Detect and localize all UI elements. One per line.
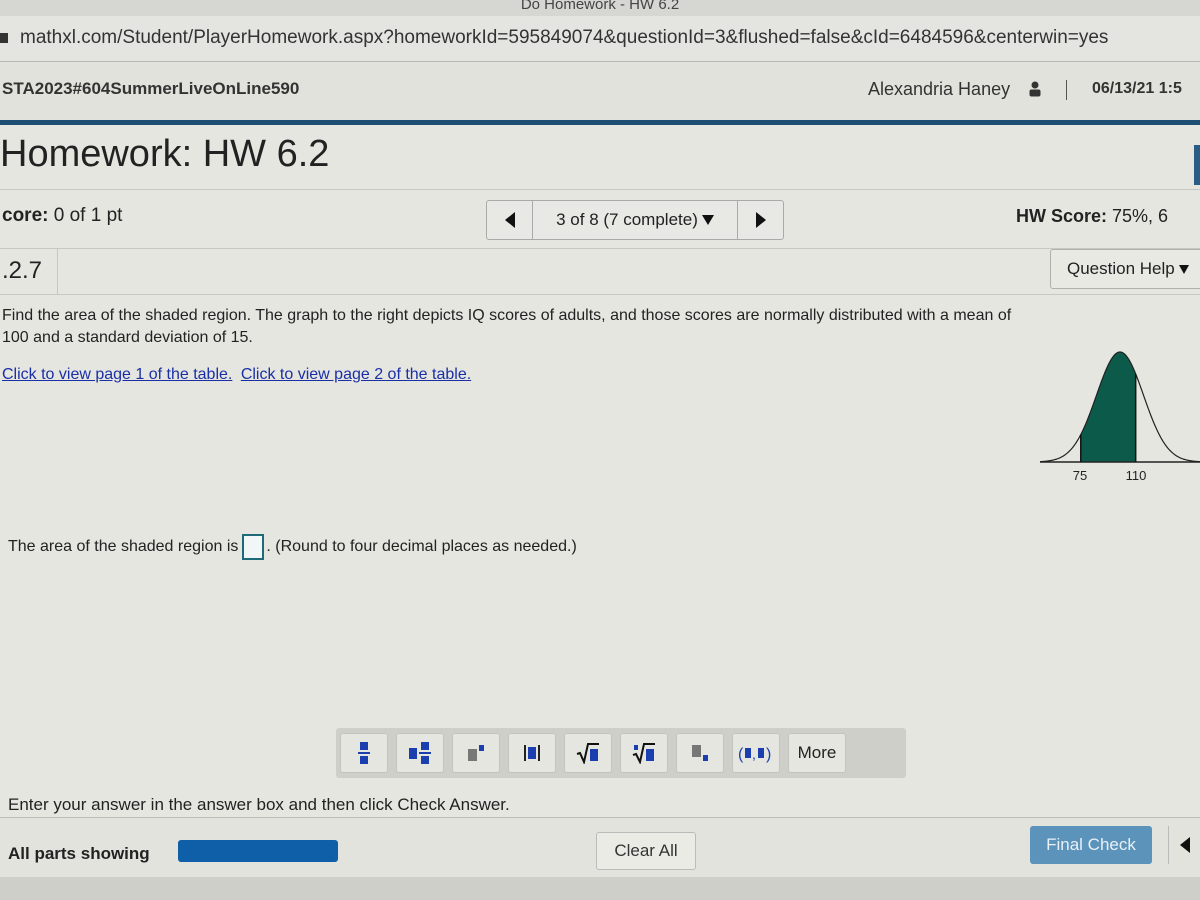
mixed-number-button[interactable] xyxy=(396,733,444,773)
page-title: Homework: HW 6.2 xyxy=(0,133,330,175)
next-question-button[interactable] xyxy=(737,201,783,239)
collapse-button[interactable] xyxy=(1168,826,1200,864)
svg-text:,: , xyxy=(752,746,756,762)
question-help-button[interactable]: Question Help xyxy=(1050,249,1200,289)
absolute-value-icon xyxy=(524,745,540,761)
question-help-label: Question Help xyxy=(1067,259,1175,278)
clear-all-button[interactable]: Clear All xyxy=(596,832,696,870)
fraction-button[interactable] xyxy=(340,733,388,773)
previous-question-button[interactable] xyxy=(487,201,533,239)
question-position: 3 of 8 (7 complete) xyxy=(556,210,698,229)
exponent-button[interactable] xyxy=(452,733,500,773)
question-navigator: 3 of 8 (7 complete) xyxy=(486,200,784,240)
lock-icon xyxy=(0,33,8,43)
answer-line: The area of the shaded region is . (Roun… xyxy=(8,534,577,560)
parts-label: All parts showing xyxy=(8,844,150,863)
url-text[interactable]: mathxl.com/Student/PlayerHomework.aspx?h… xyxy=(20,27,1108,48)
shaded-region xyxy=(1080,352,1136,462)
footer-strip xyxy=(0,877,1200,900)
parts-progress-bar xyxy=(178,840,338,862)
more-tools-button[interactable]: More xyxy=(788,733,846,773)
answer-suffix: . (Round to four decimal places as neede… xyxy=(266,538,577,555)
square-root-button[interactable] xyxy=(564,733,612,773)
table-page-1-link[interactable]: Click to view page 1 of the table. xyxy=(2,366,232,383)
window-title: Do Homework - HW 6.2 xyxy=(520,0,680,13)
user-icon xyxy=(1029,81,1041,97)
normal-curve-svg xyxy=(1039,351,1200,463)
course-header: STA2023#604SummerLiveOnLine590 Alexandri… xyxy=(0,62,1200,120)
arrow-left-icon xyxy=(504,212,515,228)
caret-down-icon xyxy=(1178,264,1189,274)
final-check-button[interactable]: Final Check xyxy=(1030,826,1152,864)
answer-prefix: The area of the shaded region is xyxy=(8,538,239,555)
question-select[interactable]: 3 of 8 (7 complete) xyxy=(533,201,737,239)
arrow-right-icon xyxy=(755,212,766,228)
exponent-icon xyxy=(468,745,484,761)
nth-root-icon xyxy=(632,743,655,764)
question-bar: .2.7 Question Help xyxy=(0,249,1200,295)
instructions-text: Enter your answer in the answer box and … xyxy=(8,795,510,814)
address-bar[interactable]: mathxl.com/Student/PlayerHomework.aspx?h… xyxy=(0,16,1200,62)
window-titlebar: Do Homework - HW 6.2 xyxy=(0,0,1200,16)
svg-text:): ) xyxy=(766,746,771,763)
table-links: Click to view page 1 of the table. Click… xyxy=(2,366,475,384)
nth-root-button[interactable] xyxy=(620,733,668,773)
score-bar: core: 0 of 1 pt 3 of 8 (7 complete) HW S… xyxy=(0,189,1200,249)
question-number: .2.7 xyxy=(0,249,58,294)
ordered-pair-button[interactable]: (,) xyxy=(732,733,780,773)
math-toolbar: (,) More xyxy=(336,728,906,778)
square-root-icon xyxy=(576,743,599,764)
question-text: Find the area of the shaded region. The … xyxy=(2,307,1012,346)
svg-text:(: ( xyxy=(738,746,744,763)
hw-score-label: HW Score: xyxy=(1016,206,1108,226)
table-page-2-link[interactable]: Click to view page 2 of the table. xyxy=(241,366,471,383)
answer-input[interactable] xyxy=(242,534,265,560)
tick-label-upper: 110 xyxy=(1125,468,1147,483)
main-content: Homework: HW 6.2 core: 0 of 1 pt 3 of 8 … xyxy=(0,125,1200,900)
hw-score: HW Score: 75%, 6 xyxy=(1016,206,1168,227)
course-name: STA2023#604SummerLiveOnLine590 xyxy=(2,79,300,98)
fraction-icon xyxy=(358,742,370,764)
caret-down-icon xyxy=(701,215,714,225)
subscript-icon xyxy=(692,745,708,761)
question-score: core: 0 of 1 pt xyxy=(2,205,122,227)
user-name[interactable]: Alexandria Haney xyxy=(868,79,1010,100)
score-value: 0 of 1 pt xyxy=(53,205,123,226)
title-accent xyxy=(1194,145,1200,185)
header-divider xyxy=(1066,80,1067,100)
tick-label-lower: 75 xyxy=(1072,468,1088,483)
normal-curve-graph: 75 110 xyxy=(1039,340,1200,490)
score-label: core: xyxy=(2,205,49,226)
subscript-button[interactable] xyxy=(676,733,724,773)
bottom-bar: All parts showing Clear All Final Check xyxy=(0,817,1200,877)
absolute-value-button[interactable] xyxy=(508,733,556,773)
hw-score-value: 75%, 6 xyxy=(1112,206,1169,226)
datetime: 06/13/21 1:5 xyxy=(1092,80,1182,97)
mixed-number-icon xyxy=(409,742,431,764)
arrow-left-icon xyxy=(1179,837,1190,853)
ordered-pair-icon: (,) xyxy=(738,746,771,763)
